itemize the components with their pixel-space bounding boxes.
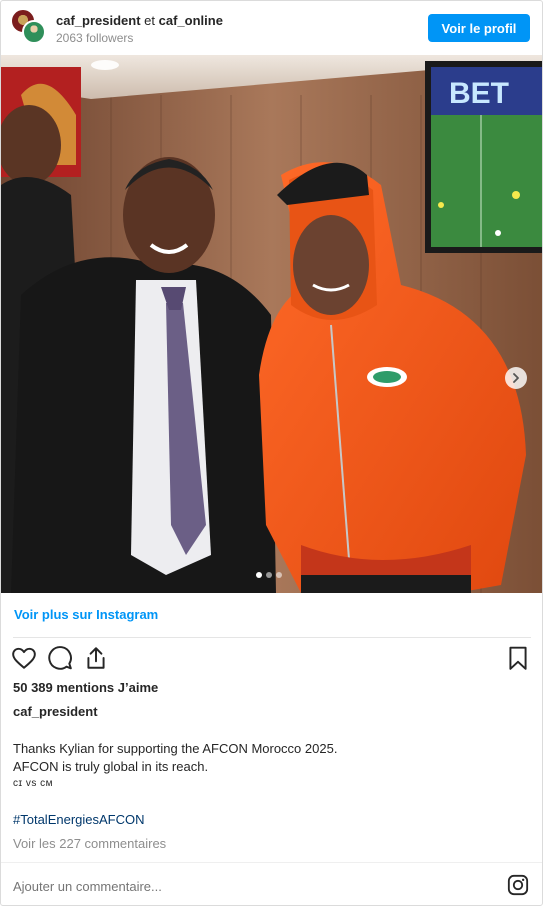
action-bar (11, 645, 531, 671)
caption-text: Thanks Kylian for supporting the AFCON M… (13, 740, 337, 792)
hashtag-link[interactable]: #TotalEnergiesAFCON (13, 812, 145, 827)
instagram-embed: caf_president et caf_online 2063 followe… (0, 0, 543, 906)
comment-input[interactable] (13, 876, 473, 896)
avatar[interactable] (11, 9, 47, 45)
account-names: caf_president et caf_online (56, 13, 223, 28)
caption-line: Thanks Kylian for supporting the AFCON M… (13, 741, 338, 756)
caption-line: AFCON is truly global in its reach. (13, 759, 209, 774)
caption-line: ᴄɪ ᴠs ᴄᴍ (13, 778, 53, 789)
post-header: caf_president et caf_online 2063 followe… (1, 1, 542, 55)
view-more-on-instagram-link[interactable]: Voir plus sur Instagram (14, 607, 158, 622)
instagram-icon[interactable] (507, 874, 529, 896)
view-comments-link[interactable]: Voir les 227 commentaires (13, 836, 166, 851)
photo-illustration: BET (1, 55, 542, 593)
account-link-caf-online[interactable]: caf_online (159, 13, 223, 28)
divider (1, 862, 542, 863)
share-icon[interactable] (83, 645, 109, 671)
bookmark-icon[interactable] (505, 645, 531, 671)
view-profile-button[interactable]: Voir le profil (428, 14, 530, 42)
carousel-dot (266, 572, 272, 578)
carousel-indicator (256, 572, 282, 578)
carousel-dot (256, 572, 262, 578)
account-link-caf-president[interactable]: caf_president (56, 13, 141, 28)
carousel-next-button[interactable] (505, 367, 527, 389)
divider (13, 637, 531, 638)
account-separator: et (144, 13, 156, 28)
followers-count: 2063 followers (56, 31, 134, 45)
tv-overlay-text: BET (449, 77, 509, 110)
carousel-dot (276, 572, 282, 578)
comment-icon[interactable] (47, 645, 73, 671)
caption-author[interactable]: caf_president (13, 704, 98, 719)
post-photo[interactable]: BET (1, 55, 542, 593)
heart-icon[interactable] (11, 645, 37, 671)
chevron-right-icon (513, 373, 519, 383)
avatar-caf-online (22, 20, 46, 44)
likes-count: 50 389 mentions J’aime (13, 680, 159, 695)
